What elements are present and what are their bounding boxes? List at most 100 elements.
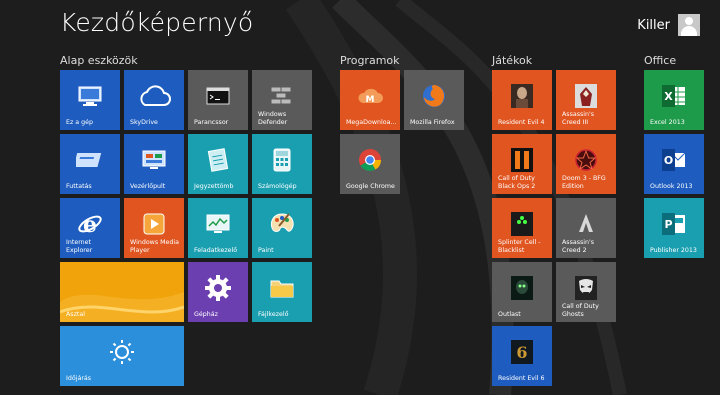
tile-splinter-cell-blacklist[interactable]: Splinter Cell - Blacklist bbox=[492, 198, 552, 258]
tile-label: Jegyzettömb bbox=[194, 182, 234, 190]
tile-windows-media-player[interactable]: Windows Media Player bbox=[124, 198, 184, 258]
tile-szamologep[interactable]: Számológép bbox=[252, 134, 312, 194]
assassins-creed-2-icon bbox=[579, 214, 593, 233]
tile-paint[interactable]: Paint bbox=[252, 198, 312, 258]
mega-logo-icon: M bbox=[358, 89, 383, 105]
black-ops-2-icon bbox=[511, 148, 533, 173]
tile-label: Gépház bbox=[194, 310, 218, 318]
internet-explorer-icon: e bbox=[78, 212, 102, 237]
tile-label: Doom 3 - BFG Edition bbox=[562, 175, 606, 190]
defender-wall-icon bbox=[271, 87, 292, 105]
tile-label: Ez a gép bbox=[66, 118, 94, 126]
tile-publisher-2013[interactable]: P Publisher 2013 bbox=[644, 198, 704, 258]
tile-skydrive[interactable]: SkyDrive bbox=[124, 70, 184, 130]
tile-gephaz[interactable]: Gépház bbox=[188, 262, 248, 322]
tile-doom-3-bfg-edition[interactable]: Doom 3 - BFG Edition bbox=[556, 134, 616, 194]
folder-icon bbox=[270, 280, 294, 298]
tile-label: Mozilla Firefox bbox=[410, 118, 455, 126]
tile-jegyzettomb[interactable]: Jegyzettömb bbox=[188, 134, 248, 194]
tile-internet-explorer[interactable]: e Internet Explorer bbox=[60, 198, 120, 258]
user-name: Killer bbox=[637, 17, 670, 33]
tile-label: Vezérlőpult bbox=[130, 182, 166, 190]
tile-futtatas[interactable]: Futtatás bbox=[60, 134, 120, 194]
tile-windows-defender[interactable]: Windows Defender bbox=[252, 70, 312, 130]
tile-google-chrome[interactable]: Google Chrome bbox=[340, 134, 400, 194]
svg-text:6: 6 bbox=[516, 343, 527, 362]
page-title: Kezdőképernyő bbox=[60, 8, 254, 37]
paint-palette-icon bbox=[270, 213, 294, 233]
tile-ez-a-gep[interactable]: Ez a gép bbox=[60, 70, 120, 130]
tile-label: Google Chrome bbox=[346, 182, 395, 190]
group-label-alap-eszkozok: Alap eszközök bbox=[60, 54, 138, 67]
tile-label: Windows Defender bbox=[258, 111, 288, 126]
outlast-icon bbox=[511, 276, 533, 301]
tile-call-of-duty-ghosts[interactable]: Call of Duty Ghosts bbox=[556, 262, 616, 322]
tile-label: Resident Evil 6 bbox=[498, 374, 545, 382]
group-label-jatekok: Játékok bbox=[492, 54, 533, 67]
tile-call-of-duty-black-ops-2[interactable]: Call of Duty Black Ops 2 bbox=[492, 134, 552, 194]
assassins-creed-3-icon bbox=[575, 84, 597, 109]
tile-outlook-2013[interactable]: O Outlook 2013 bbox=[644, 134, 704, 194]
chrome-icon bbox=[359, 149, 381, 172]
tile-label: Internet Explorer bbox=[66, 239, 93, 254]
tile-label: Időjárás bbox=[66, 374, 92, 382]
media-player-icon bbox=[143, 213, 165, 235]
user-account[interactable]: Killer bbox=[637, 14, 700, 36]
tile-parancssor[interactable]: Parancssor bbox=[188, 70, 248, 130]
tile-vezerlopult[interactable]: Vezérlőpult bbox=[124, 134, 184, 194]
tile-label: SkyDrive bbox=[130, 118, 158, 126]
svg-text:P: P bbox=[664, 218, 672, 231]
tile-resident-evil-4[interactable]: Resident Evil 4 bbox=[492, 70, 552, 130]
tile-megadownloader[interactable]: M MegaDownloa... bbox=[340, 70, 400, 130]
run-icon bbox=[76, 153, 102, 168]
tile-label: Assassin's Creed 2 bbox=[562, 239, 595, 254]
tile-label: Számológép bbox=[258, 182, 297, 190]
notepad-icon bbox=[207, 148, 229, 173]
tile-label: Paint bbox=[258, 246, 274, 254]
computer-icon bbox=[78, 86, 102, 107]
tile-idojaras[interactable]: Időjárás bbox=[60, 326, 184, 386]
group-label-office: Office bbox=[644, 54, 677, 67]
tile-assassins-creed-iii[interactable]: Assassin's Creed III bbox=[556, 70, 616, 130]
tile-label: Call of Duty Ghosts bbox=[562, 303, 599, 318]
task-manager-icon bbox=[206, 214, 230, 234]
excel-icon: X bbox=[662, 85, 685, 108]
tile-label: Outlook 2013 bbox=[650, 182, 693, 190]
tile-asztal[interactable]: Asztal bbox=[60, 262, 184, 322]
tile-label: Excel 2013 bbox=[650, 118, 685, 126]
tile-mozilla-firefox[interactable]: Mozilla Firefox bbox=[404, 70, 464, 130]
splinter-cell-icon bbox=[511, 212, 533, 237]
tile-fajlkezelo[interactable]: Fájlkezelő bbox=[252, 262, 312, 322]
resident-evil-6-icon: 6 bbox=[511, 340, 533, 365]
tile-label: Resident Evil 4 bbox=[498, 118, 545, 126]
control-panel-icon bbox=[142, 150, 166, 170]
gear-icon bbox=[205, 275, 231, 302]
svg-text:O: O bbox=[664, 154, 673, 167]
cloud-icon bbox=[140, 85, 171, 107]
command-prompt-icon bbox=[206, 87, 230, 105]
calculator-icon bbox=[273, 148, 291, 172]
tile-label: Assassin's Creed III bbox=[562, 111, 595, 126]
tile-outlast[interactable]: Outlast bbox=[492, 262, 552, 322]
sun-icon bbox=[110, 340, 134, 365]
tile-label: Windows Media Player bbox=[130, 239, 180, 254]
tile-label: Parancssor bbox=[194, 118, 229, 126]
user-avatar-icon[interactable] bbox=[678, 14, 700, 36]
resident-evil-4-icon bbox=[511, 84, 533, 109]
tile-resident-evil-6[interactable]: 6 Resident Evil 6 bbox=[492, 326, 552, 386]
tile-label: Publisher 2013 bbox=[650, 246, 697, 254]
tile-label: Call of Duty Black Ops 2 bbox=[498, 175, 536, 190]
svg-text:M: M bbox=[366, 95, 375, 105]
tile-label: Feladatkezelő bbox=[194, 246, 238, 254]
tile-label: MegaDownloa... bbox=[346, 118, 397, 126]
publisher-icon: P bbox=[662, 213, 685, 236]
tile-label: Splinter Cell - Blacklist bbox=[498, 239, 541, 254]
tile-feladatkezelo[interactable]: Feladatkezelő bbox=[188, 198, 248, 258]
tile-label: Asztal bbox=[66, 310, 85, 318]
tile-excel-2013[interactable]: X Excel 2013 bbox=[644, 70, 704, 130]
firefox-icon bbox=[423, 85, 445, 108]
outlook-icon: O bbox=[662, 149, 686, 172]
tile-label: Outlast bbox=[498, 310, 521, 318]
cod-ghosts-icon bbox=[575, 276, 597, 301]
tile-assassins-creed-2[interactable]: Assassin's Creed 2 bbox=[556, 198, 616, 258]
